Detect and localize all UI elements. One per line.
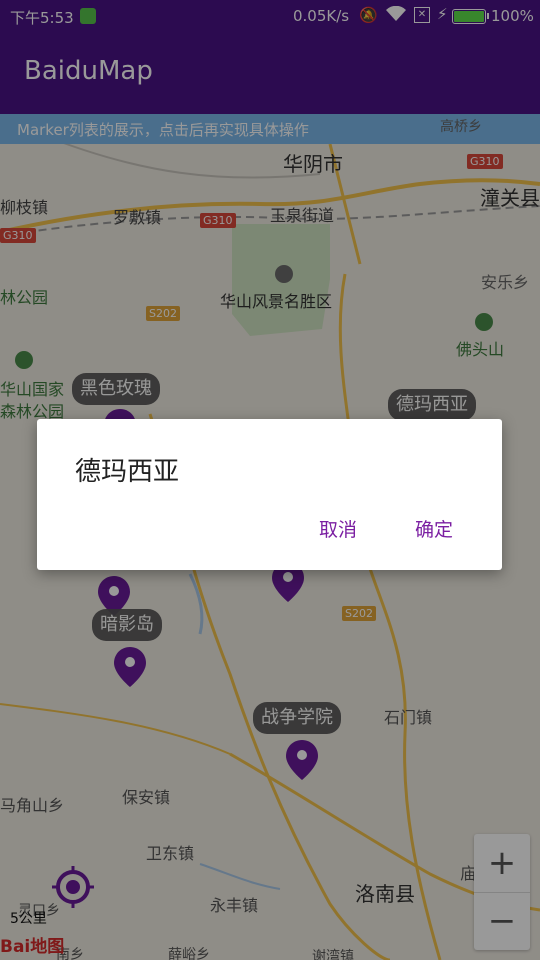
dialog-message: 德玛西亚: [75, 457, 180, 487]
alert-dialog: 德玛西亚 取消 确定: [37, 419, 502, 570]
confirm-button[interactable]: 确定: [405, 513, 463, 544]
cancel-button[interactable]: 取消: [309, 513, 367, 544]
